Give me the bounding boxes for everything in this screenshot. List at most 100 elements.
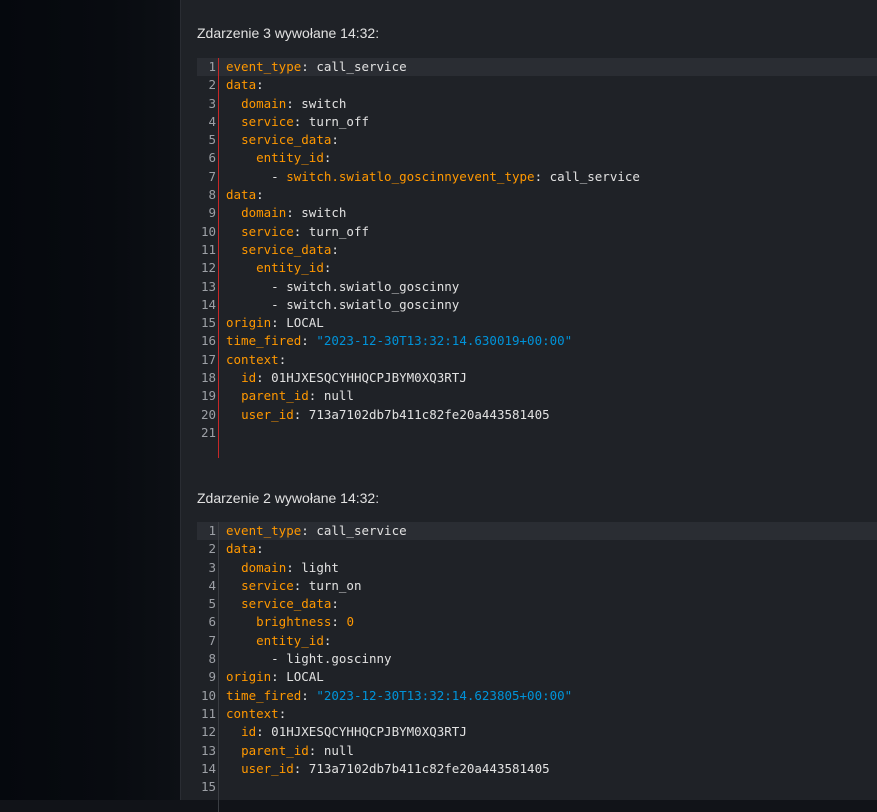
- yaml-text: [226, 132, 241, 147]
- code-line[interactable]: 5 service_data:: [197, 595, 877, 613]
- code-line[interactable]: 13 parent_id: null: [197, 742, 877, 760]
- code-text: origin: LOCAL: [226, 668, 324, 686]
- code-text: service: turn_on: [226, 577, 361, 595]
- code-line[interactable]: 13 - switch.swiatlo_goscinny: [197, 278, 877, 296]
- yaml-text: [226, 150, 256, 165]
- code-line[interactable]: 4 service: turn_on: [197, 577, 877, 595]
- yaml-text: : null: [308, 388, 354, 404]
- yaml-key: event_type: [226, 59, 302, 74]
- yaml-code-editor[interactable]: 1 event_type: call_service 2 data: 3 domain:…: [197, 522, 877, 812]
- line-number: 10: [200, 687, 216, 703]
- code-text: - switch.swiatlo_goscinny: [226, 278, 459, 296]
- code-line[interactable]: 21: [197, 424, 877, 442]
- yaml-text: :: [278, 351, 287, 367]
- yaml-string: "2023-12-30T13:32:14.623805+00:00": [316, 687, 573, 703]
- line-number: 2: [208, 541, 216, 557]
- sidebar-background: [0, 0, 180, 800]
- code-line[interactable]: 2 data:: [197, 76, 877, 94]
- line-number: 8: [208, 651, 216, 667]
- yaml-text: : LOCAL: [271, 315, 324, 331]
- event-history-panel: Zdarzenie 3 wywołane 14:32: 1 event_type:…: [180, 0, 877, 812]
- yaml-key: parent_id: [241, 388, 309, 404]
- code-line[interactable]: 6 entity_id:: [197, 149, 877, 167]
- yaml-key: context: [226, 705, 279, 721]
- code-line[interactable]: 15 origin: LOCAL: [197, 314, 877, 332]
- line-number: 13: [200, 278, 216, 294]
- code-line[interactable]: 11 context:: [197, 705, 877, 723]
- code-line[interactable]: 9 origin: LOCAL: [197, 668, 877, 686]
- yaml-text: [226, 743, 241, 758]
- line-number: 9: [208, 669, 216, 685]
- code-text: domain: switch: [226, 95, 346, 113]
- line-number: 16: [200, 333, 216, 349]
- yaml-key: service: [241, 577, 294, 593]
- yaml-text: : 713a7102db7b411c82fe20a443581405: [293, 760, 550, 776]
- code-line[interactable]: 10 service: turn_off: [197, 223, 877, 241]
- code-line[interactable]: 5 service_data:: [197, 131, 877, 149]
- yaml-code-editor[interactable]: 1 event_type: call_service 2 data: 3 domain:…: [197, 58, 877, 458]
- code-text: parent_id: null: [226, 742, 354, 760]
- line-number: 1: [208, 523, 216, 538]
- code-text: service: turn_off: [226, 113, 369, 131]
- code-line[interactable]: 4 service: turn_off: [197, 113, 877, 131]
- code-text: time_fired: "2023-12-30T13:32:14.630019+…: [226, 332, 572, 350]
- yaml-key: id: [241, 724, 257, 740]
- code-line[interactable]: 3 domain: light: [197, 559, 877, 577]
- code-line[interactable]: 9 domain: switch: [197, 204, 877, 222]
- code-line[interactable]: 7 - switch.swiatlo_goscinnyevent_type: c…: [197, 168, 877, 186]
- yaml-key: user_id: [241, 760, 294, 776]
- yaml-key: entity_id: [256, 260, 324, 276]
- code-line[interactable]: 8 - light.goscinny: [197, 650, 877, 668]
- yaml-key: entity_id: [256, 150, 324, 166]
- yaml-text: : turn_off: [293, 223, 370, 239]
- code-line[interactable]: 19 parent_id: null: [197, 387, 877, 405]
- code-line[interactable]: 17 context:: [197, 351, 877, 369]
- line-number: 7: [208, 168, 216, 184]
- code-line[interactable]: 14 user_id: 713a7102db7b411c82fe20a44358…: [197, 760, 877, 778]
- code-line[interactable]: 3 domain: switch: [197, 95, 877, 113]
- code-line[interactable]: 2 data:: [197, 540, 877, 558]
- yaml-text: [226, 578, 241, 593]
- code-text: data:: [226, 76, 264, 94]
- code-line[interactable]: 12 id: 01HJXESQCYHHQCPJBYM0XQ3RTJ: [197, 723, 877, 741]
- line-number: 19: [200, 388, 216, 404]
- yaml-text: [226, 370, 241, 385]
- code-line[interactable]: 1 event_type: call_service: [197, 58, 877, 77]
- code-text: service: turn_off: [226, 223, 369, 241]
- code-text: service_data:: [226, 131, 339, 149]
- code-line[interactable]: 14 - switch.swiatlo_goscinny: [197, 296, 877, 314]
- yaml-text: [226, 96, 241, 111]
- code-line[interactable]: 20 user_id: 713a7102db7b411c82fe20a44358…: [197, 406, 877, 424]
- code-line[interactable]: 12 entity_id:: [197, 259, 877, 277]
- yaml-text: : switch: [286, 205, 347, 221]
- yaml-text: : call_service: [301, 59, 407, 74]
- code-line[interactable]: 10 time_fired: "2023-12-30T13:32:14.62380…: [197, 687, 877, 705]
- yaml-text: - light.goscinny: [226, 651, 392, 667]
- code-line[interactable]: 1 event_type: call_service: [197, 522, 877, 541]
- code-line[interactable]: 16 time_fired: "2023-12-30T13:32:14.63001…: [197, 332, 877, 350]
- code-line[interactable]: 11 service_data:: [197, 241, 877, 259]
- code-line[interactable]: 7 entity_id:: [197, 632, 877, 650]
- code-text: data:: [226, 540, 264, 558]
- code-line[interactable]: 8 data:: [197, 186, 877, 204]
- line-number: 2: [208, 77, 216, 93]
- code-line[interactable]: 6 brightness: 0: [197, 613, 877, 631]
- yaml-text: :: [323, 632, 332, 648]
- code-line[interactable]: 15: [197, 778, 877, 796]
- code-text: domain: light: [226, 559, 339, 577]
- yaml-text: : call_service: [534, 168, 640, 184]
- gutter-divider: [218, 58, 219, 458]
- yaml-text: :: [323, 260, 332, 276]
- yaml-text: : turn_off: [293, 113, 370, 129]
- yaml-key: time_fired: [226, 333, 302, 349]
- code-line[interactable]: 18 id: 01HJXESQCYHHQCPJBYM0XQ3RTJ: [197, 369, 877, 387]
- yaml-text: : switch: [286, 95, 347, 111]
- yaml-text: : light: [286, 559, 339, 575]
- yaml-text: : 01HJXESQCYHHQCPJBYM0XQ3RTJ: [256, 724, 467, 740]
- yaml-key: context: [226, 351, 279, 367]
- yaml-text: [226, 242, 241, 257]
- yaml-text: :: [323, 150, 332, 166]
- line-number: 12: [200, 260, 216, 276]
- yaml-text: [226, 633, 256, 648]
- line-number: 9: [208, 205, 216, 221]
